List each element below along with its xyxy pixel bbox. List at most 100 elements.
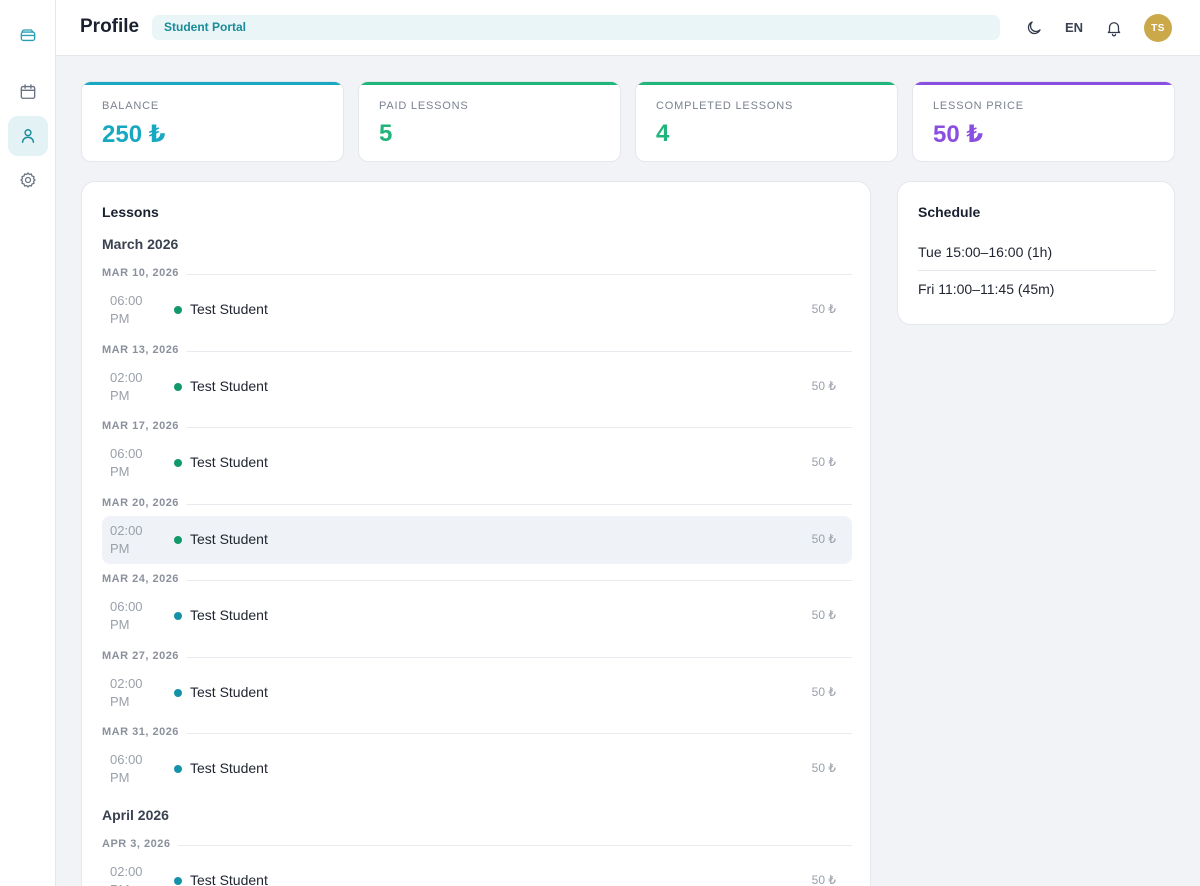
lesson-row[interactable]: 02:00 PM Test Student 50 ₺ bbox=[102, 516, 852, 564]
lesson-time-period: PM bbox=[110, 694, 130, 709]
lesson-row[interactable]: 02:00 PM Test Student 50 ₺ bbox=[102, 669, 852, 717]
lessons-panel: Lessons March 2026 MAR 10, 2026 06:00 PM … bbox=[81, 181, 871, 886]
lesson-price: 50 ₺ bbox=[811, 379, 836, 393]
avatar[interactable]: TS bbox=[1144, 14, 1172, 42]
schedule-item: Tue 15:00–16:00 (1h) bbox=[918, 244, 1053, 260]
lesson-time-period: PM bbox=[110, 388, 130, 403]
lesson-time-hour: 06:00 bbox=[110, 293, 143, 308]
sidebar-item-profile[interactable] bbox=[8, 116, 48, 156]
date-label: APR 3, 2026 bbox=[102, 838, 179, 850]
student-name: Test Student bbox=[190, 531, 268, 547]
schedule-panel: Schedule Tue 15:00–16:00 (1h) Fri 11:00–… bbox=[897, 181, 1175, 325]
lesson-price: 50 ₺ bbox=[811, 685, 836, 699]
divider bbox=[102, 580, 852, 581]
divider bbox=[102, 427, 852, 428]
stat-value: 5 bbox=[379, 120, 393, 147]
date-label: MAR 31, 2026 bbox=[102, 726, 187, 738]
sidebar bbox=[0, 0, 56, 886]
calendar-icon bbox=[20, 84, 36, 99]
stat-value: 4 bbox=[656, 120, 670, 147]
lesson-time: 06:00 PM bbox=[110, 751, 150, 787]
month-heading: March 2026 bbox=[102, 236, 179, 252]
lesson-time: 06:00 PM bbox=[110, 445, 150, 481]
page-title: Profile bbox=[80, 16, 140, 37]
lesson-time: 02:00 PM bbox=[110, 863, 150, 886]
sidebar-item-settings[interactable] bbox=[8, 160, 48, 200]
lesson-row[interactable]: 02:00 PM Test Student 50 ₺ bbox=[102, 363, 852, 411]
lesson-time-hour: 02:00 bbox=[110, 523, 143, 538]
student-name: Test Student bbox=[190, 684, 268, 700]
sidebar-item-wallet[interactable] bbox=[8, 15, 48, 55]
stat-card-balance: BALANCE 250 ₺ bbox=[81, 81, 344, 162]
lesson-row[interactable]: 06:00 PM Test Student 50 ₺ bbox=[102, 439, 852, 487]
theme-toggle-button[interactable] bbox=[1022, 16, 1046, 40]
lesson-time-hour: 02:00 bbox=[110, 864, 143, 879]
student-name: Test Student bbox=[190, 301, 268, 317]
date-separator: MAR 24, 2026 bbox=[102, 573, 852, 587]
lesson-row[interactable]: 06:00 PM Test Student 50 ₺ bbox=[102, 592, 852, 640]
status-dot bbox=[174, 536, 182, 544]
lesson-time-period: PM bbox=[110, 617, 130, 632]
lesson-row[interactable]: 02:00 PM Test Student 50 ₺ bbox=[102, 857, 852, 886]
lessons-title: Lessons bbox=[102, 204, 159, 220]
stat-value: 50 ₺ bbox=[933, 121, 984, 148]
status-dot bbox=[174, 306, 182, 314]
schedule-title: Schedule bbox=[918, 204, 981, 220]
divider bbox=[102, 657, 852, 658]
lesson-time-hour: 06:00 bbox=[110, 446, 143, 461]
date-separator: APR 3, 2026 bbox=[102, 838, 852, 852]
portal-badge: Student Portal bbox=[152, 15, 1000, 40]
lesson-time: 06:00 PM bbox=[110, 598, 150, 634]
lesson-time-period: PM bbox=[110, 311, 130, 326]
date-label: MAR 10, 2026 bbox=[102, 267, 187, 279]
gear-icon bbox=[20, 172, 36, 188]
date-separator: MAR 27, 2026 bbox=[102, 650, 852, 664]
stat-label: COMPLETED LESSONS bbox=[656, 100, 794, 112]
stat-card-lesson-price: LESSON PRICE 50 ₺ bbox=[912, 81, 1175, 162]
divider bbox=[918, 270, 1156, 271]
student-name: Test Student bbox=[190, 607, 268, 623]
lesson-time-period: PM bbox=[110, 770, 130, 785]
stat-accent-bar bbox=[913, 82, 1174, 85]
lesson-time: 02:00 PM bbox=[110, 675, 150, 711]
sidebar-item-calendar[interactable] bbox=[8, 72, 48, 112]
date-label: MAR 24, 2026 bbox=[102, 573, 187, 585]
stat-value: 250 ₺ bbox=[102, 121, 166, 148]
stat-label: PAID LESSONS bbox=[379, 100, 469, 112]
date-separator: MAR 10, 2026 bbox=[102, 267, 852, 281]
lesson-row[interactable]: 06:00 PM Test Student 50 ₺ bbox=[102, 286, 852, 334]
user-icon bbox=[21, 129, 35, 143]
date-separator: MAR 20, 2026 bbox=[102, 497, 852, 511]
status-dot bbox=[174, 765, 182, 773]
divider bbox=[102, 504, 852, 505]
notifications-button[interactable] bbox=[1102, 16, 1126, 40]
date-separator: MAR 17, 2026 bbox=[102, 420, 852, 434]
lesson-price: 50 ₺ bbox=[811, 873, 836, 886]
lesson-price: 50 ₺ bbox=[811, 302, 836, 316]
date-label: MAR 20, 2026 bbox=[102, 497, 187, 509]
moon-icon bbox=[1027, 21, 1041, 35]
date-label: MAR 27, 2026 bbox=[102, 650, 187, 662]
schedule-item: Fri 11:00–11:45 (45m) bbox=[918, 281, 1055, 297]
lesson-time: 02:00 PM bbox=[110, 369, 150, 405]
status-dot bbox=[174, 612, 182, 620]
status-dot bbox=[174, 877, 182, 885]
status-dot bbox=[174, 459, 182, 467]
lesson-row[interactable]: 06:00 PM Test Student 50 ₺ bbox=[102, 745, 852, 793]
date-label: MAR 17, 2026 bbox=[102, 420, 187, 432]
lesson-price: 50 ₺ bbox=[811, 532, 836, 546]
status-dot bbox=[174, 383, 182, 391]
lesson-price: 50 ₺ bbox=[811, 455, 836, 469]
language-switcher[interactable]: EN bbox=[1065, 20, 1083, 35]
stat-card-completed-lessons: COMPLETED LESSONS 4 bbox=[635, 81, 898, 162]
student-name: Test Student bbox=[190, 378, 268, 394]
date-separator: MAR 31, 2026 bbox=[102, 726, 852, 740]
month-heading: April 2026 bbox=[102, 807, 169, 823]
lesson-time-period: PM bbox=[110, 464, 130, 479]
stat-label: LESSON PRICE bbox=[933, 100, 1024, 112]
wallet-icon bbox=[20, 29, 36, 42]
lesson-time: 06:00 PM bbox=[110, 292, 150, 328]
student-name: Test Student bbox=[190, 872, 268, 886]
top-bar: Profile Student Portal EN TS bbox=[56, 0, 1200, 56]
lesson-time-hour: 02:00 bbox=[110, 676, 143, 691]
